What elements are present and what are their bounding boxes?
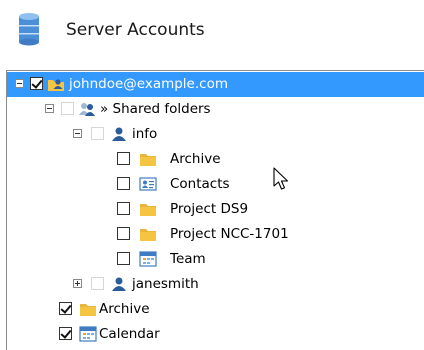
- database-icon: [19, 13, 39, 46]
- collapse-toggle[interactable]: [73, 129, 82, 138]
- user-label: janesmith: [132, 276, 199, 292]
- tree-row-folder[interactable]: Contacts: [7, 172, 424, 197]
- expand-toggle[interactable]: [73, 279, 82, 288]
- folder-checkbox[interactable]: [59, 302, 72, 315]
- folder-label: Archive: [170, 151, 221, 167]
- account-tree[interactable]: johndoe@example.com » Shared folders inf…: [6, 70, 424, 350]
- collapse-toggle[interactable]: [15, 79, 24, 88]
- folder-checkbox[interactable]: [117, 177, 130, 190]
- tree-row-shared-folders[interactable]: » Shared folders: [7, 97, 424, 122]
- collapse-toggle[interactable]: [45, 104, 54, 113]
- shared-folders-checkbox[interactable]: [61, 102, 74, 115]
- folder-checkbox[interactable]: [117, 152, 130, 165]
- user-label: info: [132, 126, 158, 142]
- tree-row-user-info[interactable]: info: [7, 122, 424, 147]
- folder-checkbox[interactable]: [59, 327, 72, 340]
- tree-row-folder[interactable]: Archive: [7, 147, 424, 172]
- tree-row-folder[interactable]: Project NCC-1701: [7, 222, 424, 247]
- account-user-folder-icon: [48, 79, 64, 91]
- tree-row-folder[interactable]: Team: [7, 247, 424, 272]
- folder-label: Calendar: [99, 326, 160, 342]
- calendar-icon: [79, 326, 97, 342]
- shared-users-icon: [79, 103, 95, 116]
- account-checkbox[interactable]: [30, 77, 43, 90]
- folder-icon: [140, 204, 156, 216]
- tree-row-account[interactable]: johndoe@example.com: [7, 72, 424, 97]
- contacts-icon: [139, 177, 157, 191]
- tree-row-folder[interactable]: Project DS9: [7, 197, 424, 222]
- account-label: johndoe@example.com: [69, 76, 228, 92]
- folder-label: Project DS9: [170, 201, 249, 217]
- tree-row-folder[interactable]: Archive: [7, 297, 424, 322]
- tree-row-folder[interactable]: Calendar: [7, 322, 424, 347]
- folder-icon: [140, 154, 156, 166]
- tree-row-user-janesmith[interactable]: janesmith: [7, 272, 424, 297]
- page-title: Server Accounts: [66, 20, 205, 40]
- shared-folders-label: » Shared folders: [100, 101, 211, 117]
- folder-icon: [80, 304, 96, 316]
- folder-icon: [140, 229, 156, 241]
- calendar-icon: [139, 251, 157, 267]
- folder-checkbox[interactable]: [117, 227, 130, 240]
- folder-label: Project NCC-1701: [170, 226, 289, 242]
- folder-checkbox[interactable]: [117, 252, 130, 265]
- user-icon: [112, 277, 126, 291]
- mouse-cursor-icon: [273, 167, 289, 190]
- folder-label: Team: [170, 251, 206, 267]
- folder-checkbox[interactable]: [117, 202, 130, 215]
- header: Server Accounts: [0, 0, 424, 64]
- folder-label: Archive: [99, 301, 150, 317]
- user-janesmith-checkbox[interactable]: [91, 277, 104, 290]
- user-icon: [112, 127, 126, 141]
- folder-label: Contacts: [170, 176, 230, 192]
- user-info-checkbox[interactable]: [91, 127, 104, 140]
